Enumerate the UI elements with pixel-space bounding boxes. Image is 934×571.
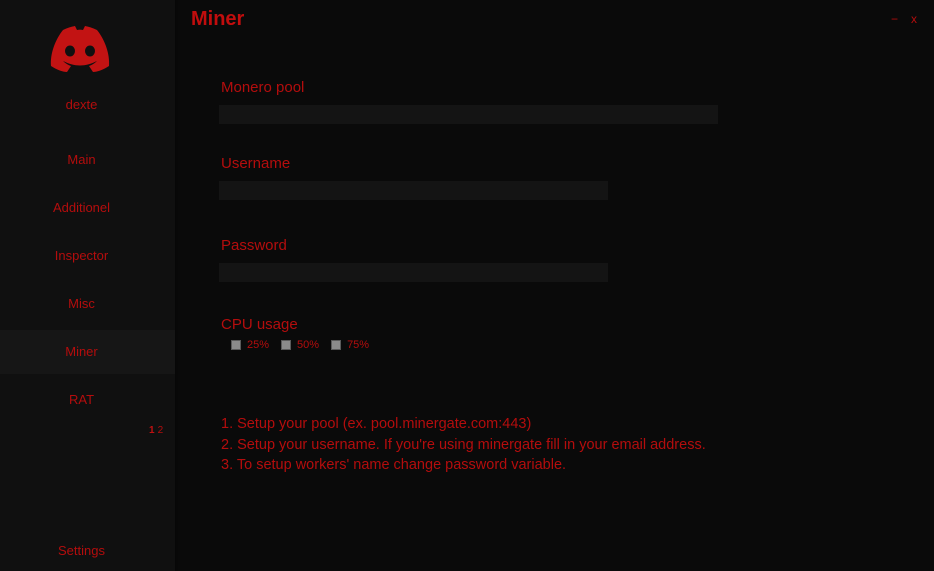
cpu-50-label: 50%: [297, 339, 320, 351]
instruction-line: 2. Setup your username. If you're using …: [221, 436, 706, 453]
instruction-line: 1. Setup your pool (ex. pool.minergate.c…: [221, 416, 532, 432]
cpu-option-25[interactable]: 25%: [231, 339, 269, 351]
cpu-usage-options: 25% 50% 75%: [231, 339, 381, 351]
cpu-25-checkbox[interactable]: [231, 340, 241, 350]
discord-logo-icon: [50, 26, 110, 72]
sidebar-item-rat[interactable]: RAT: [0, 378, 175, 422]
cpu-25-label: 25%: [247, 339, 270, 351]
cpu-75-label: 75%: [347, 339, 370, 351]
sidebar-item-additionel[interactable]: Additionel: [0, 186, 175, 230]
minimize-button[interactable]: −: [891, 12, 898, 26]
password-field-label: Password: [221, 237, 287, 254]
instructions: 1. Setup your pool (ex. pool.minergate.c…: [221, 414, 706, 476]
cpu-75-checkbox[interactable]: [331, 340, 342, 350]
cpu-option-50[interactable]: 50%: [281, 339, 319, 351]
cpu-option-75[interactable]: 75%: [331, 339, 369, 351]
page-title: Miner: [191, 8, 245, 30]
sidebar-item-inspector[interactable]: Inspector: [0, 234, 175, 278]
close-button[interactable]: x: [911, 12, 917, 26]
username-field-label: Username: [221, 155, 291, 172]
sidebar-item-main[interactable]: Main: [0, 138, 175, 182]
sidebar-item-miner[interactable]: Miner: [0, 330, 175, 374]
sidebar-item-misc[interactable]: Misc: [0, 282, 175, 326]
username-label: dexte: [65, 97, 98, 112]
pager-page-1[interactable]: 1: [149, 425, 155, 436]
instruction-line: 3. To setup workers' name change passwor…: [221, 457, 567, 473]
sidebar: dexte Main Additionel Inspector Misc Min…: [0, 0, 175, 571]
username-input[interactable]: [219, 181, 608, 200]
monero-pool-label: Monero pool: [221, 79, 305, 96]
miner-window: dexte Main Additionel Inspector Misc Min…: [0, 0, 934, 571]
cpu-50-checkbox[interactable]: [281, 340, 292, 350]
monero-pool-input[interactable]: [219, 105, 718, 124]
cpu-usage-label: CPU usage: [221, 316, 298, 333]
pager-page-2[interactable]: 2: [158, 425, 164, 436]
sidebar-divider: [175, 0, 181, 571]
sidebar-item-settings[interactable]: Settings: [0, 529, 175, 571]
sidebar-pager: 12: [149, 425, 166, 436]
password-input[interactable]: [219, 263, 608, 282]
